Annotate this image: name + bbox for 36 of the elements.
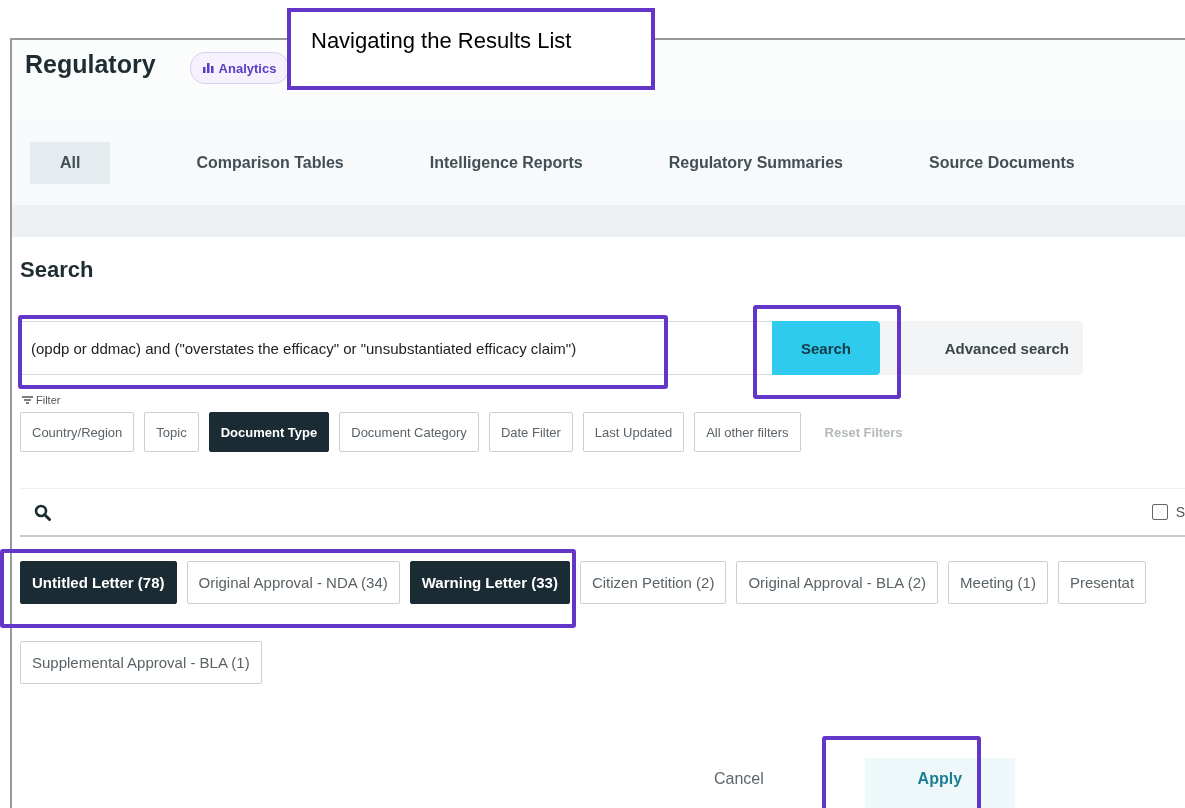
filter-chip[interactable]: Document Type — [208, 412, 330, 452]
filter-chip[interactable]: Document Category — [339, 412, 479, 452]
tab[interactable]: Intelligence Reports — [429, 141, 583, 184]
result-category-chip[interactable]: Citizen Petition (2) — [579, 561, 727, 604]
apply-button[interactable]: Apply — [864, 758, 1015, 808]
filter-chip[interactable]: Topic — [144, 412, 199, 452]
filter-icon — [22, 396, 33, 404]
search-icon[interactable] — [34, 503, 51, 521]
tab[interactable]: Comparison Tables — [196, 141, 344, 184]
badge-label: Analytics — [218, 60, 277, 76]
advanced-search-button[interactable]: Advanced search — [880, 321, 1083, 375]
result-category-chip[interactable]: Warning Letter (33) — [409, 561, 570, 604]
bar-chart-icon — [202, 63, 214, 73]
filter-chip[interactable]: Last Updated — [582, 412, 685, 452]
result-category-chip[interactable]: Original Approval - NDA (34) — [186, 561, 400, 604]
checkbox-label: S — [1175, 504, 1185, 520]
result-category-chip[interactable]: Presentat — [1057, 561, 1147, 604]
tab[interactable]: Regulatory Summaries — [668, 141, 843, 184]
filter-label: Filter — [36, 394, 61, 406]
result-category-chip[interactable]: Original Approval - BLA (2) — [736, 561, 939, 604]
result-category-chip[interactable]: Supplemental Approval - BLA (1) — [20, 641, 262, 684]
analytics-badge[interactable]: Analytics — [189, 52, 290, 84]
filter-chip[interactable]: Country/Region — [20, 412, 135, 452]
checkbox[interactable] — [1151, 504, 1168, 520]
tab[interactable]: All — [30, 141, 111, 184]
filter-chip[interactable]: Date Filter — [488, 412, 573, 452]
cancel-button[interactable]: Cancel — [686, 762, 792, 796]
result-category-chip[interactable]: Meeting (1) — [948, 561, 1048, 604]
result-category-chip[interactable]: Untitled Letter (78) — [20, 561, 177, 604]
search-heading: Search — [20, 257, 95, 283]
search-button[interactable]: Search — [772, 321, 880, 375]
filter-chip[interactable]: All other filters — [694, 412, 801, 452]
search-field[interactable]: (opdp or ddmac) and ("overstates the efficacy" or "unsubstantiated efficacy claim") — [20, 321, 772, 375]
page-title: Regulatory — [25, 50, 156, 79]
tab[interactable]: Source Documents — [928, 141, 1075, 184]
callout-text: Navigating the Results List — [287, 8, 655, 90]
